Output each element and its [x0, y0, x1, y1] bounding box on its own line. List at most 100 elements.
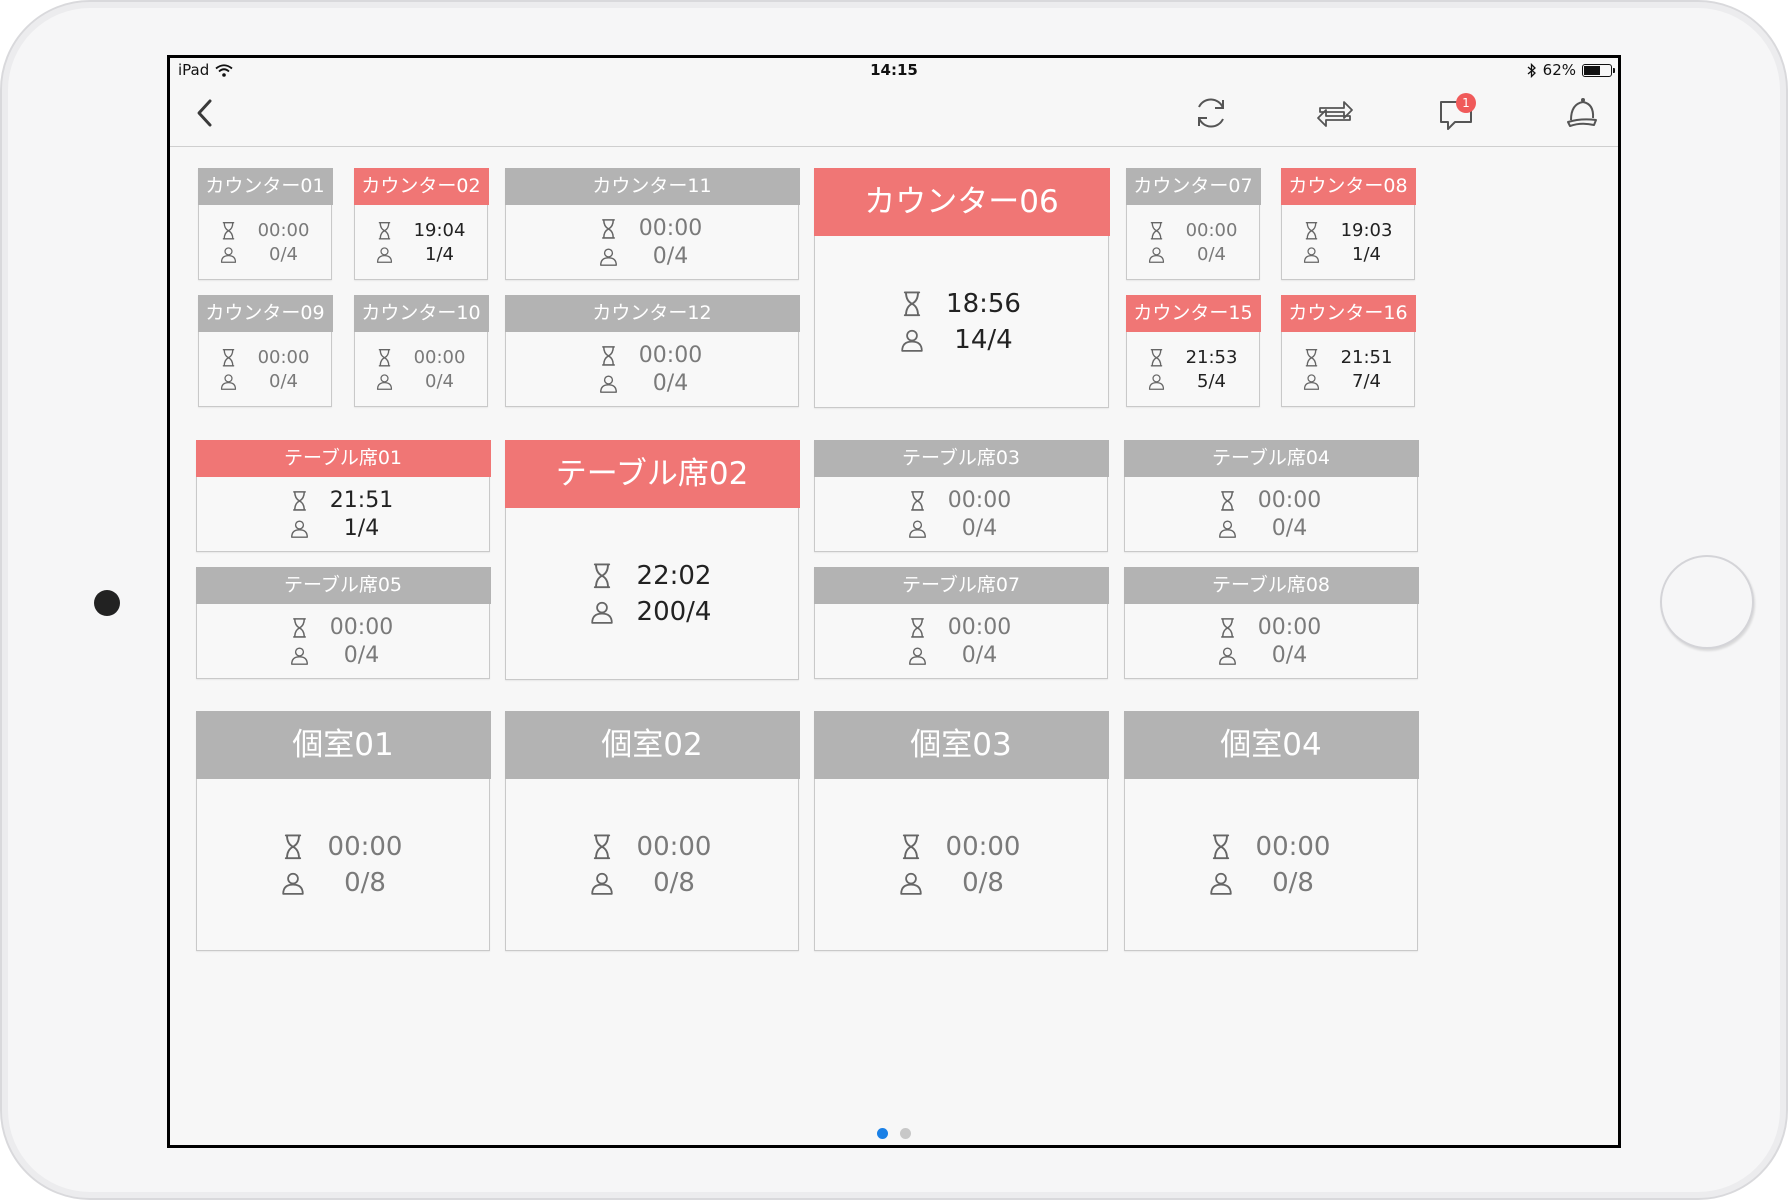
seat-name: カウンター02 — [353, 167, 489, 205]
seat-tile[interactable]: カウンター12 00:00 0/4 — [504, 294, 800, 407]
seat-tile[interactable]: 個室03 00:00 0/8 — [813, 710, 1109, 951]
guest-count: 0/4 — [269, 371, 298, 392]
elapsed-time: 00:00 — [638, 216, 703, 241]
guest-count: 0/8 — [653, 868, 695, 898]
hourglass-icon — [1303, 348, 1320, 368]
hourglass-icon — [899, 833, 923, 861]
seat-name: テーブル席01 — [195, 439, 491, 477]
guest-count: 1/4 — [1352, 244, 1381, 265]
elapsed-time: 00:00 — [945, 832, 1021, 862]
seat-status: 00:00 0/4 — [355, 333, 487, 406]
person-icon — [1303, 373, 1320, 390]
seat-tile[interactable]: テーブル席05 00:00 0/4 — [195, 566, 491, 679]
seat-name: テーブル席03 — [813, 439, 1109, 477]
elapsed-time: 21:51 — [1340, 347, 1393, 368]
bell-icon — [1563, 94, 1599, 132]
screen: iPad 14:15 62% 1 カウンター01 00:00 0/4 カウンター… — [167, 55, 1621, 1148]
seat-tile[interactable]: カウンター02 19:04 1/4 — [353, 167, 489, 280]
person-icon — [599, 374, 618, 393]
guest-count: 1/4 — [343, 516, 380, 541]
seat-name: テーブル席05 — [195, 566, 491, 604]
seat-status: 00:00 0/4 — [506, 333, 798, 406]
person-icon — [290, 519, 309, 538]
call-bell-button[interactable] — [1556, 88, 1606, 138]
hourglass-icon — [599, 345, 618, 367]
transfer-button[interactable] — [1310, 88, 1360, 138]
page-dot[interactable] — [877, 1128, 888, 1139]
seat-tile[interactable]: テーブル席01 21:51 1/4 — [195, 439, 491, 552]
page-dot[interactable] — [900, 1128, 911, 1139]
guest-count: 0/8 — [1272, 868, 1314, 898]
seat-tile[interactable]: カウンター01 00:00 0/4 — [197, 167, 333, 280]
seat-tile[interactable]: 個室01 00:00 0/8 — [195, 710, 491, 951]
seat-name: カウンター08 — [1280, 167, 1416, 205]
seat-name: 個室01 — [195, 710, 491, 779]
seat-tile[interactable]: テーブル席03 00:00 0/4 — [813, 439, 1109, 552]
seat-status: 19:04 1/4 — [355, 206, 487, 279]
seat-tile[interactable]: テーブル席02 22:02 200/4 — [504, 439, 800, 680]
seat-tile[interactable]: カウンター10 00:00 0/4 — [353, 294, 489, 407]
elapsed-time: 21:51 — [329, 488, 394, 513]
refresh-button[interactable] — [1186, 88, 1236, 138]
seat-status: 00:00 0/4 — [199, 206, 331, 279]
seat-name: カウンター12 — [504, 294, 800, 332]
hourglass-icon — [1209, 833, 1233, 861]
hourglass-icon — [290, 617, 309, 639]
seat-tile[interactable]: カウンター06 18:56 14/4 — [813, 167, 1110, 408]
guest-count: 0/4 — [961, 643, 998, 668]
seat-status: 00:00 0/4 — [1127, 206, 1259, 279]
seat-tile[interactable]: カウンター08 19:03 1/4 — [1280, 167, 1416, 280]
elapsed-time: 00:00 — [329, 615, 394, 640]
seat-tile[interactable]: 個室02 00:00 0/8 — [504, 710, 800, 951]
guest-count: 0/4 — [343, 643, 380, 668]
seat-status: 21:51 1/4 — [197, 478, 489, 551]
seat-tile[interactable]: カウンター16 21:51 7/4 — [1280, 294, 1416, 407]
seat-tile[interactable]: カウンター07 00:00 0/4 — [1125, 167, 1261, 280]
hourglass-icon — [908, 490, 927, 512]
hourglass-icon — [908, 617, 927, 639]
refresh-icon — [1192, 94, 1230, 132]
page-indicator — [170, 1128, 1618, 1139]
hourglass-icon — [1218, 490, 1237, 512]
person-icon — [1218, 646, 1237, 665]
screen-content: iPad 14:15 62% 1 カウンター01 00:00 0/4 カウンター… — [170, 58, 1618, 1145]
seat-tile[interactable]: テーブル席08 00:00 0/4 — [1123, 566, 1419, 679]
seat-tile[interactable]: カウンター15 21:53 5/4 — [1125, 294, 1261, 407]
hourglass-icon — [599, 218, 618, 240]
person-icon — [908, 646, 927, 665]
seat-tile[interactable]: カウンター09 00:00 0/4 — [197, 294, 333, 407]
back-button[interactable] — [180, 88, 230, 138]
seat-status: 00:00 0/8 — [1125, 780, 1417, 950]
seat-tile[interactable]: カウンター11 00:00 0/4 — [504, 167, 800, 280]
guest-count: 200/4 — [636, 597, 712, 627]
seat-tile[interactable]: 個室04 00:00 0/8 — [1123, 710, 1419, 951]
seat-name: カウンター07 — [1125, 167, 1261, 205]
seat-status: 00:00 0/4 — [1125, 478, 1417, 551]
person-icon — [376, 246, 393, 263]
guest-count: 1/4 — [425, 244, 454, 265]
elapsed-time: 00:00 — [636, 832, 712, 862]
person-icon — [590, 600, 614, 624]
person-icon — [900, 328, 924, 352]
seat-status: 00:00 0/4 — [815, 478, 1107, 551]
home-button[interactable] — [1660, 555, 1754, 649]
seat-status: 00:00 0/4 — [506, 206, 798, 279]
messages-button[interactable]: 1 — [1432, 88, 1482, 138]
battery-percent: 62% — [1542, 61, 1576, 79]
elapsed-time: 00:00 — [257, 347, 310, 368]
person-icon — [1218, 519, 1237, 538]
elapsed-time: 21:53 — [1185, 347, 1238, 368]
person-icon — [599, 247, 618, 266]
seat-tile[interactable]: テーブル席07 00:00 0/4 — [813, 566, 1109, 679]
hourglass-icon — [220, 348, 237, 368]
seat-tile[interactable]: テーブル席04 00:00 0/4 — [1123, 439, 1419, 552]
seat-name: 個室02 — [504, 710, 800, 779]
person-icon — [908, 519, 927, 538]
person-icon — [1209, 871, 1233, 895]
seat-name: カウンター16 — [1280, 294, 1416, 332]
guest-count: 5/4 — [1197, 371, 1226, 392]
hourglass-icon — [1148, 348, 1165, 368]
hourglass-icon — [281, 833, 305, 861]
seat-name: テーブル席02 — [504, 439, 800, 508]
status-time: 14:15 — [870, 61, 918, 79]
